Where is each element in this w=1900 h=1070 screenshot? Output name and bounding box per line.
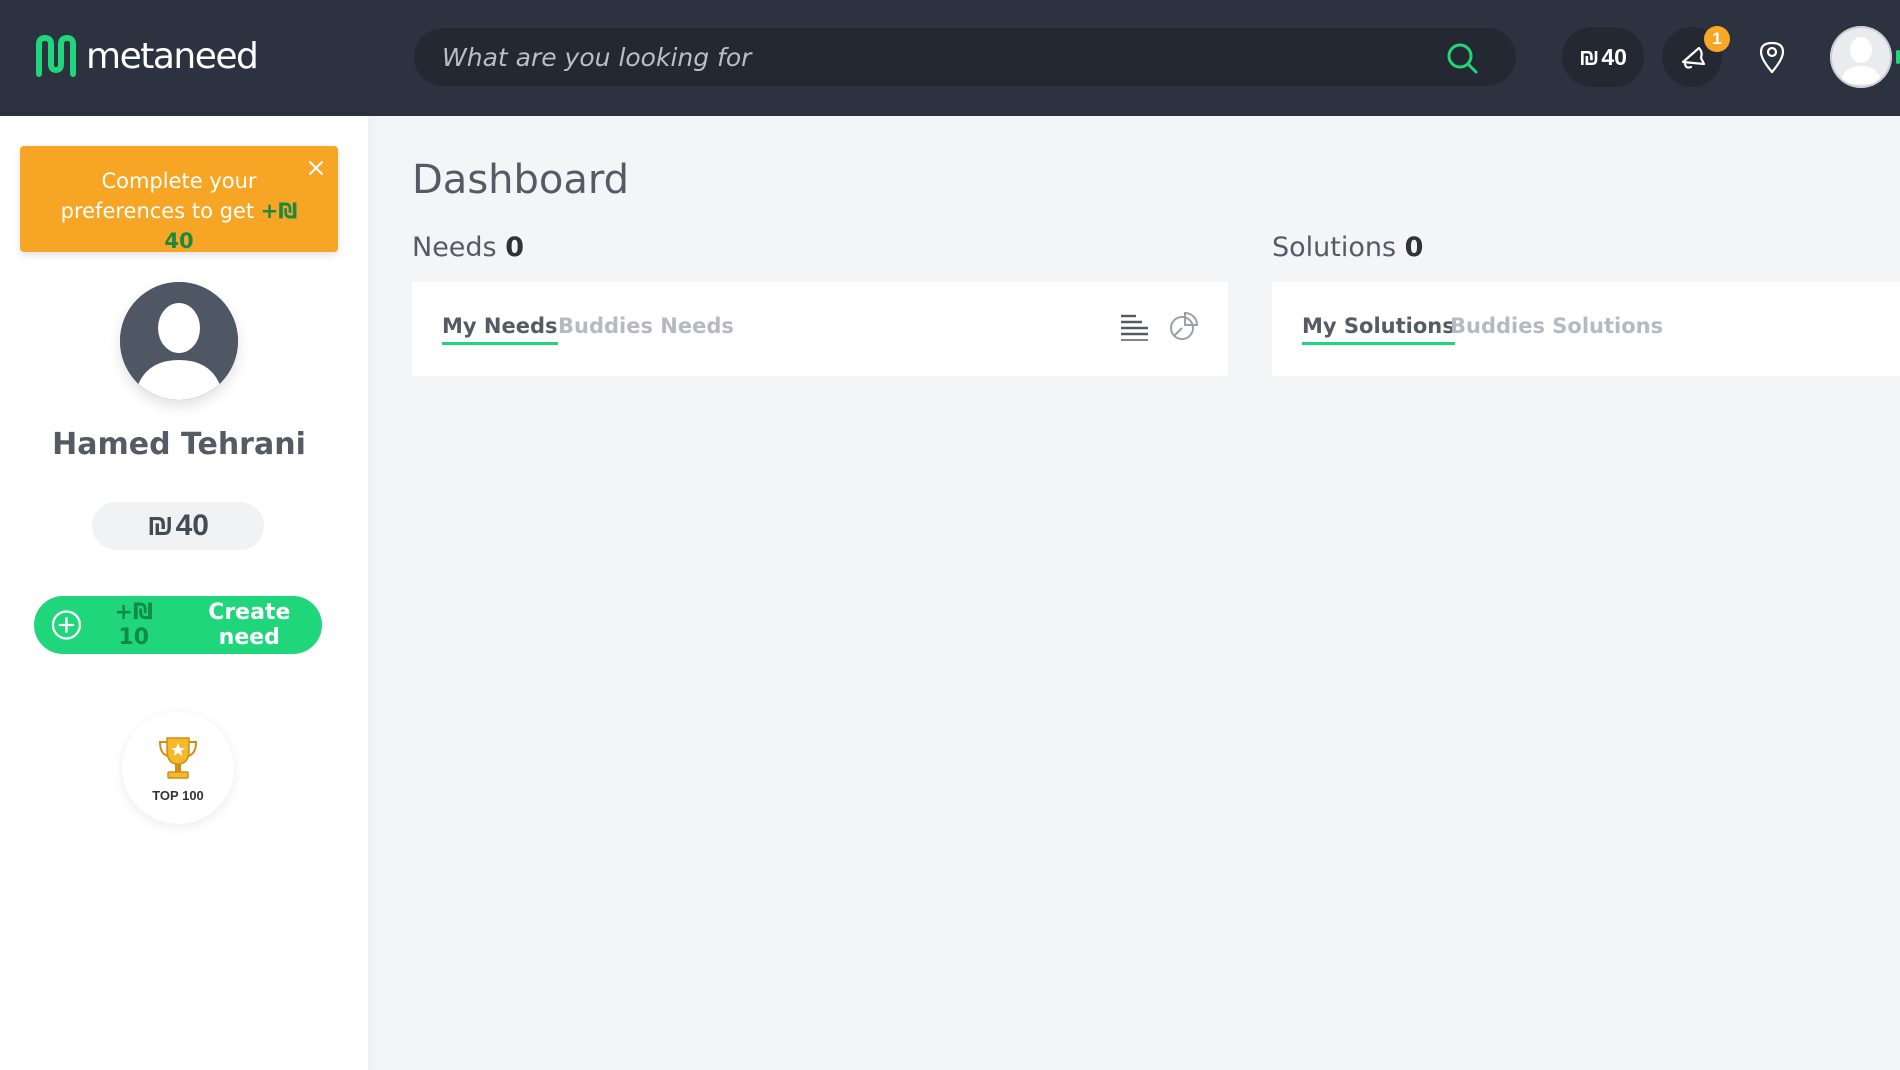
- tab-buddies-needs[interactable]: Buddies Needs: [558, 314, 734, 342]
- notification-badge: 1: [1704, 26, 1730, 52]
- coin-icon: ₪: [1579, 43, 1600, 70]
- user-avatar-button[interactable]: [1830, 26, 1892, 88]
- logo-mark-icon: [36, 35, 76, 77]
- create-need-button[interactable]: +₪ 10 Create need: [34, 596, 322, 654]
- coin-balance-button[interactable]: ₪ 40: [1562, 27, 1644, 87]
- create-need-bonus: +₪ 10: [114, 600, 153, 650]
- bar-chart-icon[interactable]: [1118, 310, 1150, 342]
- profile-name: Hamed Tehrani: [52, 427, 306, 462]
- needs-count: 0: [505, 232, 525, 263]
- menu-edge-indicator: [1896, 50, 1900, 64]
- location-pin-icon: [1759, 41, 1785, 74]
- balance-amount: 40: [175, 509, 209, 542]
- solutions-count: 0: [1404, 232, 1424, 263]
- metaneed-logo[interactable]: metaneed: [34, 34, 259, 78]
- close-icon[interactable]: [306, 158, 326, 178]
- needs-label: Needs: [412, 232, 497, 263]
- promo-text: Complete your preferences to get: [60, 169, 257, 223]
- page-title: Dashboard: [412, 157, 630, 203]
- bell-icon: [1681, 46, 1706, 69]
- profile-balance: ₪ 40: [92, 502, 264, 550]
- create-need-label: Create need: [208, 600, 291, 650]
- solutions-card: My Solutions Buddies Solutions: [1272, 282, 1900, 376]
- trophy-icon: [158, 736, 198, 779]
- search-input[interactable]: [442, 36, 1422, 78]
- promo-message: Complete your preferences to get +₪ 40: [49, 166, 309, 256]
- plus-circle-icon: [52, 610, 81, 640]
- search-bar: [414, 28, 1516, 86]
- top-header: metaneed ₪ 40 1: [0, 0, 1900, 116]
- preferences-promo-banner[interactable]: Complete your preferences to get +₪ 40: [20, 146, 338, 253]
- solutions-label: Solutions: [1272, 232, 1397, 263]
- user-silhouette-icon: [120, 282, 238, 400]
- search-icon[interactable]: [1446, 42, 1478, 74]
- needs-heading: Needs 0: [412, 232, 524, 263]
- logo-text: metaneed: [86, 35, 259, 77]
- top100-label: TOP 100: [152, 787, 204, 803]
- location-button[interactable]: [1742, 27, 1802, 87]
- left-sidebar: Complete your preferences to get +₪ 40 H…: [0, 116, 368, 1070]
- top100-badge[interactable]: TOP 100: [122, 712, 234, 824]
- tab-my-needs[interactable]: My Needs: [442, 314, 558, 345]
- user-silhouette-icon: [1830, 26, 1892, 88]
- solutions-heading: Solutions 0: [1272, 232, 1423, 263]
- tab-my-solutions[interactable]: My Solutions: [1302, 314, 1455, 345]
- coin-amount: 40: [1601, 43, 1627, 70]
- profile-avatar[interactable]: [120, 282, 238, 400]
- tab-buddies-solutions[interactable]: Buddies Solutions: [1450, 314, 1663, 342]
- pie-chart-icon[interactable]: [1168, 310, 1200, 342]
- coin-icon: ₪: [147, 509, 174, 542]
- needs-card: My Needs Buddies Needs: [412, 282, 1228, 376]
